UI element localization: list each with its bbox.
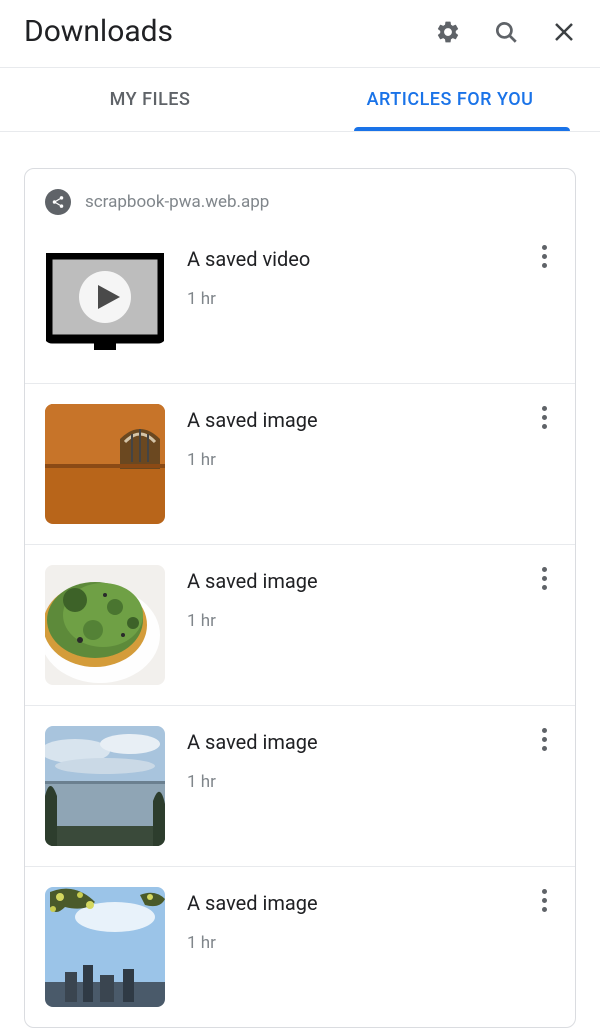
item-title: A saved image bbox=[187, 569, 529, 593]
page-title: Downloads bbox=[24, 14, 173, 49]
more-button[interactable] bbox=[529, 565, 559, 590]
item-time: 1 hr bbox=[187, 611, 529, 631]
search-button[interactable] bbox=[492, 18, 520, 46]
header: Downloads bbox=[0, 0, 600, 68]
item-time: 1 hr bbox=[187, 289, 529, 309]
item-time: 1 hr bbox=[187, 450, 529, 470]
thumbnail-image bbox=[45, 887, 165, 1007]
gear-icon bbox=[435, 19, 461, 45]
item-time: 1 hr bbox=[187, 933, 529, 953]
tab-articles-for-you[interactable]: ARTICLES FOR YOU bbox=[300, 68, 600, 131]
more-button[interactable] bbox=[529, 404, 559, 429]
source-card: scrapbook-pwa.web.app A saved video 1 hr bbox=[24, 168, 576, 1028]
more-vertical-icon bbox=[542, 245, 547, 268]
item-info: A saved image 1 hr bbox=[165, 887, 529, 953]
settings-button[interactable] bbox=[434, 18, 462, 46]
item-title: A saved image bbox=[187, 891, 529, 915]
list-item[interactable]: A saved image 1 hr bbox=[25, 545, 575, 706]
thumbnail-image bbox=[45, 726, 165, 846]
more-button[interactable] bbox=[529, 726, 559, 751]
content: scrapbook-pwa.web.app A saved video 1 hr bbox=[0, 132, 600, 1028]
item-title: A saved image bbox=[187, 730, 529, 754]
list-item[interactable]: A saved image 1 hr bbox=[25, 706, 575, 867]
more-button[interactable] bbox=[529, 887, 559, 912]
more-button[interactable] bbox=[529, 243, 559, 268]
thumbnail-image bbox=[45, 565, 165, 685]
item-info: A saved image 1 hr bbox=[165, 565, 529, 631]
more-vertical-icon bbox=[542, 567, 547, 590]
thumbnail-video bbox=[45, 243, 165, 363]
item-time: 1 hr bbox=[187, 772, 529, 792]
close-icon bbox=[552, 20, 576, 44]
item-info: A saved image 1 hr bbox=[165, 726, 529, 792]
tab-my-files[interactable]: MY FILES bbox=[0, 68, 300, 131]
more-vertical-icon bbox=[542, 728, 547, 751]
thumbnail-image bbox=[45, 404, 165, 524]
list-item[interactable]: A saved image 1 hr bbox=[25, 384, 575, 545]
header-actions bbox=[434, 18, 578, 46]
item-title: A saved video bbox=[187, 247, 529, 271]
item-title: A saved image bbox=[187, 408, 529, 432]
tabs: MY FILES ARTICLES FOR YOU bbox=[0, 68, 600, 132]
item-info: A saved image 1 hr bbox=[165, 404, 529, 470]
list-item[interactable]: A saved video 1 hr bbox=[25, 223, 575, 384]
source-row: scrapbook-pwa.web.app bbox=[25, 169, 575, 223]
more-vertical-icon bbox=[542, 406, 547, 429]
close-button[interactable] bbox=[550, 18, 578, 46]
source-label: scrapbook-pwa.web.app bbox=[85, 192, 269, 212]
search-icon bbox=[493, 19, 519, 45]
share-icon bbox=[45, 189, 71, 215]
more-vertical-icon bbox=[542, 889, 547, 912]
list-item[interactable]: A saved image 1 hr bbox=[25, 867, 575, 1027]
item-info: A saved video 1 hr bbox=[165, 243, 529, 309]
